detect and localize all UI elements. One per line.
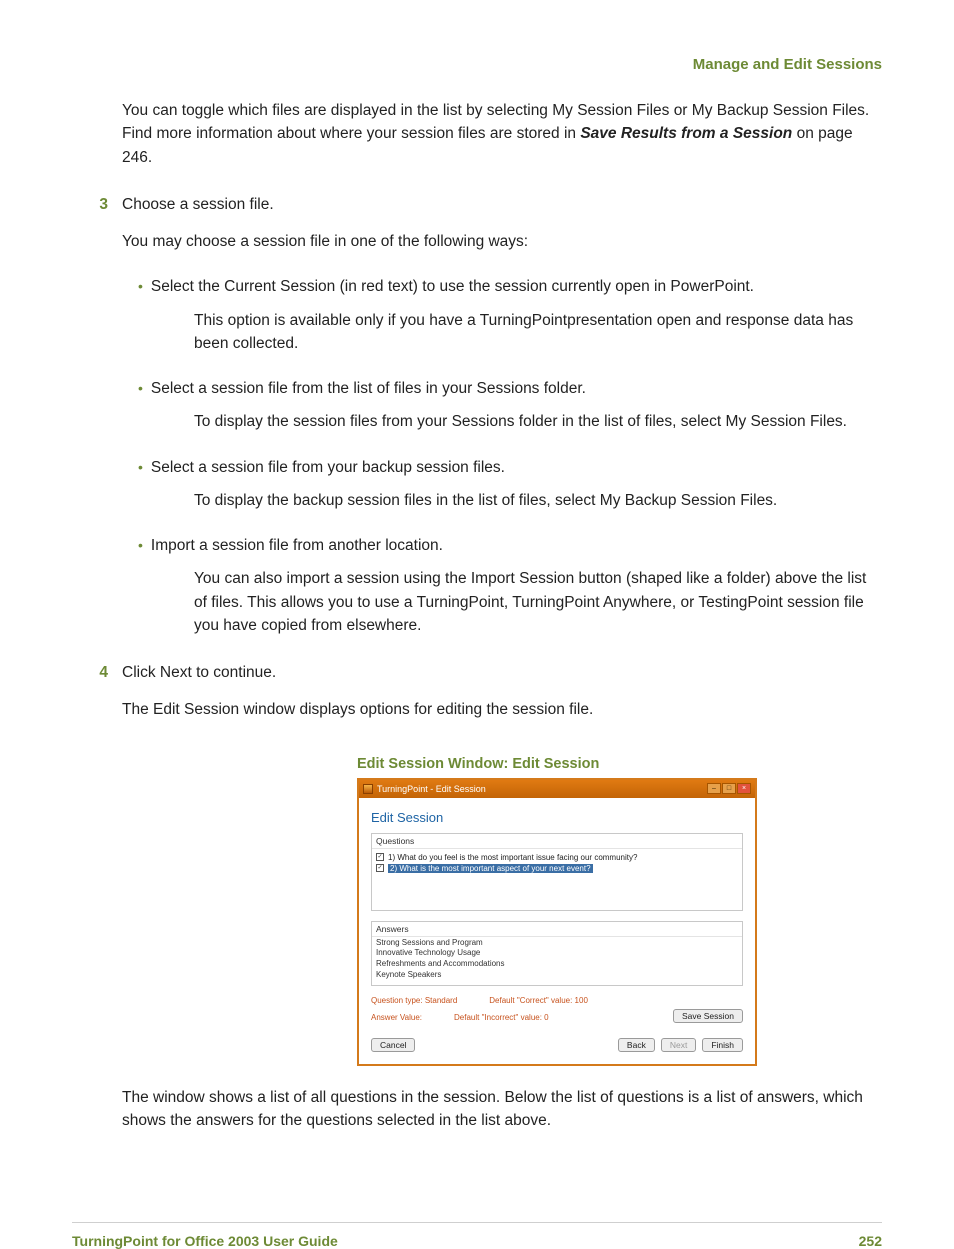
step-3-title: Choose a session file. xyxy=(122,193,274,216)
finish-button[interactable]: Finish xyxy=(702,1038,743,1052)
bullet-2: Select a session file from the list of f… xyxy=(151,377,586,400)
question-type: Question type: Standard xyxy=(371,996,457,1005)
step-4-title: Click Next to continue. xyxy=(122,661,276,684)
answer-item[interactable]: Refreshments and Accommodations xyxy=(376,959,738,970)
answer-item[interactable]: Strong Sessions and Program xyxy=(376,938,738,949)
bullet-icon: • xyxy=(122,459,151,475)
intro-paragraph: You can toggle which files are displayed… xyxy=(122,99,882,169)
close-button[interactable]: × xyxy=(737,783,751,794)
footer-page-number: 252 xyxy=(859,1233,882,1249)
xref-save-results[interactable]: Save Results from a Session xyxy=(580,125,792,142)
answer-value: Answer Value: xyxy=(371,1013,422,1022)
bullet-1-sub: This option is available only if you hav… xyxy=(194,309,882,356)
step-3-lead: You may choose a session file in one of … xyxy=(122,230,882,253)
page-header: Manage and Edit Sessions xyxy=(72,56,882,73)
answers-panel: Answers Strong Sessions and Program Inno… xyxy=(371,921,743,986)
after-figure-paragraph: The window shows a list of all questions… xyxy=(122,1086,882,1133)
next-button: Next xyxy=(661,1038,696,1052)
bullet-icon: • xyxy=(122,278,151,294)
question-1-text: 1) What do you feel is the most importan… xyxy=(388,853,637,862)
checkbox-icon[interactable] xyxy=(376,853,384,861)
bullet-4: Import a session file from another locat… xyxy=(151,534,443,557)
bullet-icon: • xyxy=(122,380,151,396)
bullet-icon: • xyxy=(122,537,151,553)
answer-item[interactable]: Keynote Speakers xyxy=(376,970,738,981)
window-title: TurningPoint - Edit Session xyxy=(377,784,707,794)
question-row[interactable]: 2) What is the most important aspect of … xyxy=(376,863,738,874)
minimize-button[interactable]: – xyxy=(707,783,721,794)
app-icon xyxy=(363,784,373,794)
footer-guide-name: TurningPoint for Office 2003 User Guide xyxy=(72,1233,338,1249)
question-row[interactable]: 1) What do you feel is the most importan… xyxy=(376,852,738,863)
bullet-4-sub: You can also import a session using the … xyxy=(194,567,882,637)
step-4-number: 4 xyxy=(72,664,122,682)
panel-heading: Edit Session xyxy=(371,810,743,825)
step-3-number: 3 xyxy=(72,196,122,214)
cancel-button[interactable]: Cancel xyxy=(371,1038,415,1052)
back-button[interactable]: Back xyxy=(618,1038,655,1052)
edit-session-window: TurningPoint - Edit Session – □ × Edit S… xyxy=(357,778,757,1066)
questions-label: Questions xyxy=(372,834,742,849)
bullet-2-sub: To display the session files from your S… xyxy=(194,410,882,433)
bullet-3-sub: To display the backup session files in t… xyxy=(194,489,882,512)
answers-label: Answers xyxy=(372,922,742,937)
answer-item[interactable]: Innovative Technology Usage xyxy=(376,948,738,959)
question-2-text: 2) What is the most important aspect of … xyxy=(388,864,593,873)
titlebar: TurningPoint - Edit Session – □ × xyxy=(359,780,755,798)
bullet-1: Select the Current Session (in red text)… xyxy=(151,275,754,298)
questions-panel: Questions 1) What do you feel is the mos… xyxy=(371,833,743,911)
maximize-button[interactable]: □ xyxy=(722,783,736,794)
default-correct: Default "Correct" value: 100 xyxy=(489,996,588,1005)
bullet-3: Select a session file from your backup s… xyxy=(151,456,505,479)
save-session-button[interactable]: Save Session xyxy=(673,1009,743,1023)
checkbox-icon[interactable] xyxy=(376,864,384,872)
default-incorrect: Default "Incorrect" value: 0 xyxy=(454,1013,549,1022)
step-4-sub: The Edit Session window displays options… xyxy=(122,698,882,721)
page-footer: TurningPoint for Office 2003 User Guide … xyxy=(72,1222,882,1249)
figure-caption: Edit Session Window: Edit Session xyxy=(357,756,882,772)
